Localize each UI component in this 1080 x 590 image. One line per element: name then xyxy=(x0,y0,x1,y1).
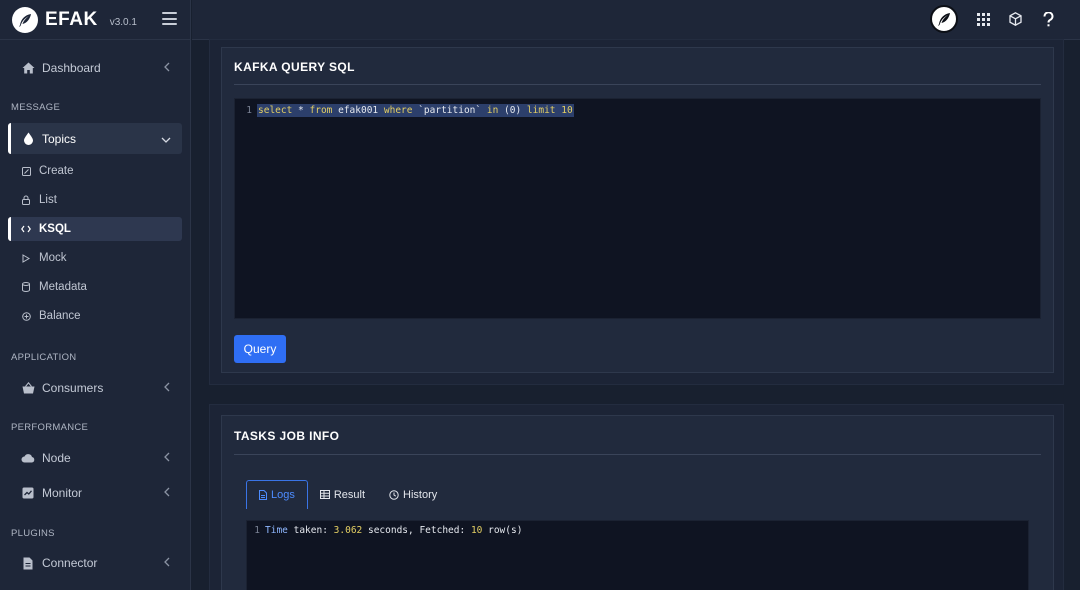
code-icon xyxy=(21,224,31,234)
sidebar-subitem-metadata[interactable]: Metadata xyxy=(8,275,182,299)
subitem-label: Balance xyxy=(39,310,81,322)
section-label-plugins: PLUGINS xyxy=(11,528,55,539)
sidebar-subitem-create[interactable]: Create xyxy=(8,159,182,183)
kafka-query-card: KAFKA QUERY SQL 1 select * from efak001 … xyxy=(221,47,1054,373)
sql-token: `partition` xyxy=(412,104,487,116)
sql-token: efak001 xyxy=(332,104,384,116)
history-clock-icon xyxy=(389,489,399,500)
edit-square-icon xyxy=(21,166,31,176)
tab-label: History xyxy=(403,488,438,501)
line-number: 1 xyxy=(246,104,252,116)
tab-logs[interactable]: Logs xyxy=(246,480,308,509)
user-avatar[interactable] xyxy=(930,5,958,33)
droplet-icon xyxy=(21,132,35,146)
chevron-left-icon xyxy=(163,381,171,395)
help-icon[interactable] xyxy=(1040,11,1056,27)
sql-token: where xyxy=(383,104,413,116)
sidebar-subitem-ksql[interactable]: KSQL xyxy=(8,217,182,241)
sidebar-item-connector[interactable]: Connector xyxy=(8,548,182,578)
sql-editor[interactable]: 1 select * from efak001 where `partition… xyxy=(234,98,1041,319)
log-token: Time xyxy=(265,525,288,536)
sql-token: 10 xyxy=(555,104,573,116)
cube-icon[interactable] xyxy=(1007,11,1023,27)
tasks-panel: TASKS JOB INFO Logs Result History 1 Tim… xyxy=(209,404,1064,590)
log-token: 3.062 xyxy=(333,525,363,536)
sidebar-item-label: Node xyxy=(42,451,71,465)
topbar xyxy=(192,0,1080,40)
log-token: row(s) xyxy=(482,525,523,536)
apps-grid-icon[interactable] xyxy=(975,11,991,27)
main-content: KAFKA QUERY SQL 1 select * from efak001 … xyxy=(192,39,1080,590)
lock-icon xyxy=(21,195,31,205)
sql-token: from xyxy=(309,104,333,116)
sidebar-item-topics[interactable]: Topics xyxy=(8,123,182,154)
database-icon xyxy=(21,282,31,292)
sidebar-subitem-balance[interactable]: Balance xyxy=(8,304,182,328)
subitem-label: List xyxy=(39,194,57,206)
sql-token: (0) xyxy=(498,104,527,116)
tasks-job-card: TASKS JOB INFO Logs Result History 1 Tim… xyxy=(221,415,1054,590)
sidebar-item-label: Consumers xyxy=(42,381,104,395)
sidebar-item-dashboard[interactable]: Dashboard xyxy=(8,53,182,83)
sql-token: limit xyxy=(526,104,556,116)
basket-icon xyxy=(21,381,35,395)
document-icon xyxy=(259,490,267,500)
card-title: KAFKA QUERY SQL xyxy=(234,60,355,74)
log-token: 10 xyxy=(470,525,483,536)
subitem-label: KSQL xyxy=(39,223,71,235)
query-button[interactable]: Query xyxy=(234,335,286,363)
play-icon xyxy=(21,253,31,263)
subitem-label: Mock xyxy=(39,252,67,264)
sql-token: select xyxy=(258,104,293,116)
sidebar-item-consumers[interactable]: Consumers xyxy=(8,373,182,403)
log-token: seconds, Fetched: xyxy=(362,525,471,536)
chevron-down-icon xyxy=(161,133,171,147)
result-tabs: Logs Result History xyxy=(246,479,449,509)
balance-icon xyxy=(21,311,31,321)
log-line: 1 Time taken: 3.062 seconds, Fetched: 10… xyxy=(247,525,522,536)
sidebar-item-label: Topics xyxy=(42,131,77,146)
chevron-left-icon xyxy=(163,556,171,570)
section-label-application: APPLICATION xyxy=(11,352,77,363)
sidebar-item-monitor[interactable]: Monitor xyxy=(8,478,182,508)
sidebar: EFAK v3.0.1 Dashboard MESSAGE Topics Cre… xyxy=(0,0,191,590)
chevron-left-icon xyxy=(163,451,171,465)
section-label-performance: PERFORMANCE xyxy=(11,422,89,433)
tab-result[interactable]: Result xyxy=(308,480,377,509)
divider xyxy=(234,454,1041,455)
tab-label: Result xyxy=(333,488,366,501)
divider xyxy=(234,84,1041,85)
menu-toggle-icon[interactable] xyxy=(162,12,177,25)
sidebar-item-label: Dashboard xyxy=(42,61,101,75)
sql-token: * xyxy=(292,104,310,116)
brand-name: EFAK xyxy=(45,8,98,30)
feather-logo-icon xyxy=(12,6,38,33)
card-title: TASKS JOB INFO xyxy=(234,429,340,443)
sidebar-item-label: Monitor xyxy=(42,486,83,500)
log-output: 1 Time taken: 3.062 seconds, Fetched: 10… xyxy=(246,520,1029,590)
log-token: taken: xyxy=(287,525,334,536)
home-icon xyxy=(21,61,35,75)
sql-text: select * from efak001 where `partition` … xyxy=(257,103,574,117)
sidebar-item-label: Connector xyxy=(42,556,98,570)
code-line: 1 select * from efak001 where `partition… xyxy=(235,103,574,117)
chevron-left-icon xyxy=(163,486,171,500)
sql-token: in xyxy=(486,104,499,116)
table-icon xyxy=(319,490,330,499)
chevron-left-icon xyxy=(163,61,171,75)
tab-history[interactable]: History xyxy=(377,480,449,509)
chart-box-icon xyxy=(21,486,35,500)
sidebar-subitem-mock[interactable]: Mock xyxy=(8,246,182,270)
sidebar-item-node[interactable]: Node xyxy=(8,443,182,473)
cloud-icon xyxy=(21,451,35,465)
subitem-label: Metadata xyxy=(39,281,87,293)
section-label-message: MESSAGE xyxy=(11,102,61,113)
query-panel: KAFKA QUERY SQL 1 select * from efak001 … xyxy=(209,39,1064,385)
file-icon xyxy=(21,556,35,570)
brand-version: v3.0.1 xyxy=(109,16,137,28)
line-number: 1 xyxy=(254,525,260,536)
subitem-label: Create xyxy=(39,165,74,177)
tab-label: Logs xyxy=(271,489,295,501)
sidebar-subitem-list[interactable]: List xyxy=(8,188,182,212)
